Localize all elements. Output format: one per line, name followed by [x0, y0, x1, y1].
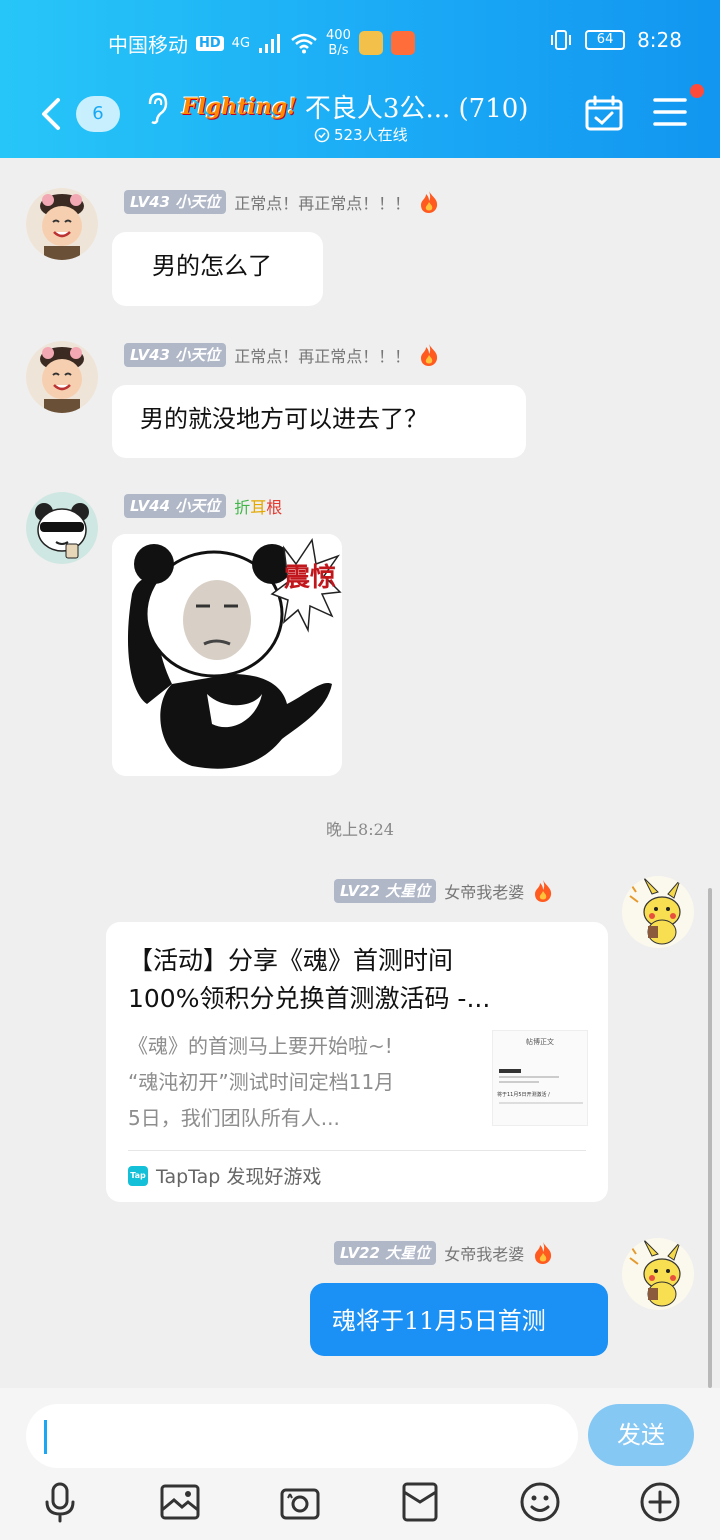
fire-icon — [535, 880, 552, 902]
child-avatar-icon — [26, 188, 98, 260]
card-source-label: TapTap 发现好游戏 — [156, 1166, 322, 1188]
ear-icon[interactable] — [144, 90, 170, 126]
message-text: 魂将于11月5日首测 — [332, 1307, 546, 1335]
emoji-icon[interactable] — [518, 1480, 562, 1524]
sender-title: 正常点！再正常点！！！ — [234, 347, 411, 366]
level-badge: LV44 小天位 — [124, 494, 227, 518]
back-icon[interactable] — [36, 94, 66, 134]
vibrate-icon — [551, 30, 572, 50]
level-badge: LV43 小天位 — [124, 190, 227, 214]
avatar[interactable] — [622, 876, 694, 948]
group-title[interactable]: Flghting! 不良人3公... (710) — [182, 88, 528, 125]
message-text: 男的就没地方可以进去了？ — [140, 405, 428, 433]
send-button[interactable]: 发送 — [588, 1404, 694, 1466]
group-brand-logo: Flghting! — [182, 93, 297, 120]
avatar[interactable] — [26, 341, 98, 413]
nav-bar: 6 Flghting! 不良人3公... (710) 523人在线 — [0, 84, 720, 154]
sender-title: 正常点！再正常点！！！ — [234, 194, 411, 213]
sticker-message[interactable]: 震惊 — [112, 534, 342, 776]
sender-meta: LV43 小天位 正常点！再正常点！！！ — [124, 343, 440, 367]
app-notification-icon — [358, 31, 383, 55]
sender-meta: LV43 小天位 正常点！再正常点！！！ — [124, 190, 440, 214]
text-caret — [44, 1420, 47, 1454]
calendar-check-icon[interactable] — [584, 94, 624, 134]
sender-meta: LV22 大星位 女帝我老婆 — [334, 1241, 554, 1265]
sender-meta: LV44 小天位 折耳根 — [124, 494, 282, 518]
message-text: 男的怎么了 — [152, 252, 272, 280]
avatar[interactable] — [26, 492, 98, 564]
input-toolbar — [0, 1480, 720, 1528]
panda-meme-sticker: 震惊 — [112, 534, 342, 776]
sticker-caption: 震惊 — [284, 563, 336, 593]
sender-title: 女帝我老婆 — [444, 1245, 525, 1264]
card-description: 《魂》的首测马上要开始啦~! “魂沌初开”测试时间定档11月 5日，我们团队所有… — [128, 1034, 395, 1130]
network-type: 4G — [231, 35, 251, 51]
clock: 8:28 — [637, 28, 682, 52]
signal-icon — [259, 34, 281, 53]
fire-icon — [535, 1242, 552, 1264]
check-circle-icon — [314, 127, 330, 142]
online-status: 523人在线 — [314, 124, 408, 145]
message-bubble-outgoing[interactable]: 魂将于11月5日首测 — [310, 1283, 608, 1356]
avatar[interactable] — [26, 188, 98, 260]
microphone-icon[interactable] — [38, 1480, 82, 1524]
unread-count-badge[interactable]: 6 — [76, 96, 120, 132]
app-notification-icon — [390, 31, 415, 55]
sender-title: 女帝我老婆 — [444, 883, 525, 902]
child-avatar-icon — [26, 341, 98, 413]
net-speed: 400 B/s — [326, 28, 351, 58]
avatar[interactable] — [622, 1238, 694, 1310]
battery-icon: 64 — [585, 30, 626, 50]
card-title: 【活动】分享《魂》首测时间 100%领积分兑换首测激活码 -... — [128, 946, 491, 1013]
level-badge: LV43 小天位 — [124, 343, 227, 367]
hd-badge: HD — [196, 35, 224, 51]
menu-icon[interactable] — [652, 94, 688, 130]
pikachu-avatar-icon — [622, 876, 694, 948]
pikachu-avatar-icon — [622, 1238, 694, 1310]
fire-icon — [421, 344, 438, 366]
notification-dot — [690, 84, 704, 98]
message-input[interactable] — [26, 1404, 578, 1468]
level-badge: LV22 大星位 — [334, 879, 437, 903]
timestamp: 晚上8:24 — [326, 820, 394, 839]
carrier-label: 中国移动 — [108, 32, 188, 57]
input-area: 发送 — [0, 1388, 720, 1540]
message-bubble[interactable]: 男的怎么了 — [112, 232, 323, 306]
panda-avatar-icon — [26, 492, 98, 564]
scrollbar[interactable] — [708, 888, 712, 1388]
card-thumbnail: 帖博正文 将于11月5日开测激活 / — [492, 1030, 588, 1126]
level-badge: LV22 大星位 — [334, 1241, 437, 1265]
app-header: 中国移动 HD 4G 400 B/s 64 8:28 6 Flghting! 不… — [0, 0, 720, 158]
image-icon[interactable] — [158, 1480, 202, 1524]
camera-icon[interactable] — [278, 1480, 322, 1524]
wifi-icon — [291, 33, 317, 54]
sender-title: 折耳根 — [234, 498, 283, 517]
card-source: Tap TapTap 发现好游戏 — [128, 1162, 321, 1189]
message-bubble[interactable]: 男的就没地方可以进去了？ — [112, 385, 526, 458]
plus-icon[interactable] — [638, 1480, 682, 1524]
group-name: 不良人3公... (710) — [304, 94, 529, 124]
fire-icon — [421, 191, 438, 213]
link-card[interactable]: 【活动】分享《魂》首测时间 100%领积分兑换首测激活码 -... 《魂》的首测… — [106, 922, 608, 1202]
red-packet-icon[interactable] — [398, 1480, 442, 1524]
sender-meta: LV22 大星位 女帝我老婆 — [334, 879, 554, 903]
online-count: 523人在线 — [334, 126, 408, 144]
status-bar: 中国移动 HD 4G 400 B/s 64 8:28 — [0, 22, 720, 62]
card-divider — [128, 1150, 586, 1151]
taptap-icon: Tap — [128, 1165, 148, 1186]
